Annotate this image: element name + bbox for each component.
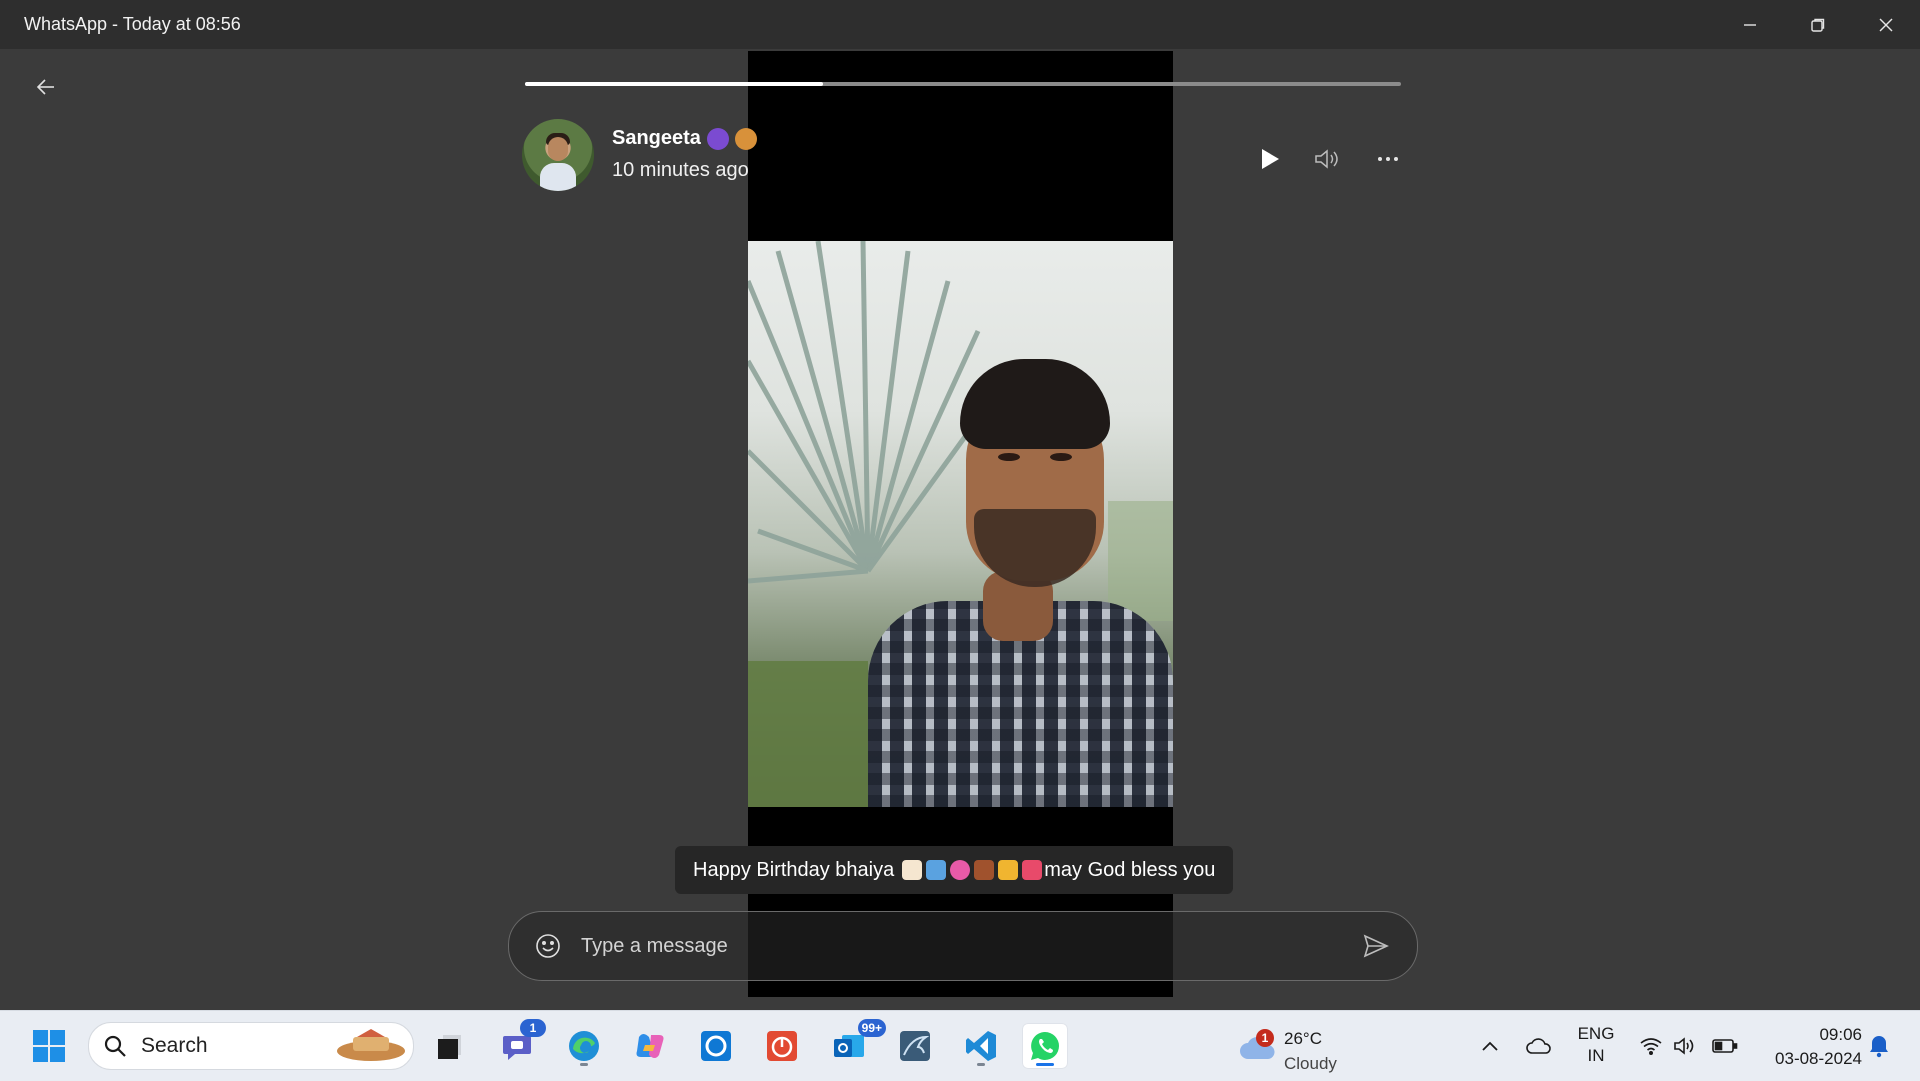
battery-icon <box>1712 1039 1738 1053</box>
status-viewer: Sangeeta 10 minutes ago Happy Birthday b… <box>0 49 1920 1010</box>
chocolate-emoji-icon <box>974 860 995 880</box>
status-time: 10 minutes ago <box>612 159 749 181</box>
edge-button[interactable] <box>561 1023 607 1069</box>
more-icon <box>1378 157 1398 161</box>
weather-condition: Cloudy <box>1284 1054 1337 1073</box>
avatar-head <box>548 137 568 161</box>
send-icon <box>1363 934 1389 958</box>
video-frame <box>748 241 1173 807</box>
task-view-icon <box>438 1035 461 1059</box>
input-language[interactable]: ENG IN <box>1570 1023 1622 1067</box>
clock-time: 09:06 <box>1819 1025 1862 1044</box>
office-app-button[interactable] <box>759 1023 805 1069</box>
clock-date: 03-08-2024 <box>1775 1049 1862 1068</box>
windows-logo-icon <box>33 1030 65 1062</box>
vscode-icon <box>966 1031 996 1061</box>
avatar-body <box>540 163 576 191</box>
speaker-icon <box>1674 1037 1694 1055</box>
more-options-button[interactable] <box>1370 141 1406 177</box>
whatsapp-active-indicator <box>1036 1063 1054 1066</box>
teams-badge: 1 <box>520 1019 546 1037</box>
status-progress-bar <box>525 82 1401 86</box>
search-icon <box>104 1035 126 1057</box>
edge-icon <box>569 1031 599 1061</box>
play-icon <box>1262 149 1279 169</box>
window-title: WhatsApp - Today at 08:56 <box>24 14 241 34</box>
arrow-left-icon <box>36 79 54 95</box>
edge-running-indicator <box>580 1063 588 1066</box>
weather-widget[interactable]: 1 26°C Cloudy <box>1234 1021 1374 1073</box>
status-caption: Happy Birthday bhaiya may God bless you <box>675 846 1234 894</box>
volume-button[interactable] <box>1310 141 1346 177</box>
onedrive-button[interactable] <box>1522 1011 1556 1081</box>
weather-temperature: 26°C <box>1284 1029 1322 1048</box>
gift-emoji-icon <box>926 860 947 880</box>
show-hidden-icons-button[interactable] <box>1478 1011 1502 1081</box>
contact-name: Sangeeta <box>612 127 701 149</box>
restore-icon <box>1811 18 1825 32</box>
title-bar: WhatsApp - Today at 08:56 <box>0 0 1920 49</box>
close-button[interactable] <box>1852 0 1920 49</box>
system-clock[interactable]: 09:06 03-08-2024 <box>1752 1023 1862 1071</box>
minimize-button[interactable] <box>1716 0 1784 49</box>
person-eye-right <box>1050 453 1072 461</box>
outlook-badge: 99+ <box>857 1019 886 1037</box>
task-view-button[interactable] <box>427 1023 473 1069</box>
copilot-icon <box>636 1034 664 1058</box>
taskbar-search[interactable]: Search <box>88 1022 414 1070</box>
start-button[interactable] <box>26 1023 72 1069</box>
weather-alert-badge: 1 <box>1256 1029 1274 1047</box>
devil-emoji-icon <box>706 127 729 150</box>
caption-text: Happy Birthday bhaiya <box>693 858 895 881</box>
vscode-running-indicator <box>977 1063 985 1066</box>
whatsapp-icon <box>1031 1032 1059 1060</box>
message-input[interactable]: Type a message <box>581 935 1361 958</box>
onedrive-icon <box>1526 1038 1551 1054</box>
emoji-button[interactable] <box>533 931 563 961</box>
mysql-workbench-icon <box>900 1031 930 1061</box>
search-highlight-icon <box>337 1029 405 1061</box>
window-controls <box>1716 0 1920 49</box>
contact-name-row: Sangeeta <box>612 127 757 150</box>
battery-button[interactable] <box>1708 1011 1742 1081</box>
bell-icon <box>1870 1036 1888 1058</box>
cortana-button[interactable] <box>693 1023 739 1069</box>
cortana-icon <box>701 1031 731 1061</box>
restore-button[interactable] <box>1784 0 1852 49</box>
wifi-button[interactable] <box>1636 1011 1666 1081</box>
balloon-emoji-icon <box>950 860 971 880</box>
avatar[interactable] <box>522 119 594 191</box>
status-progress-fill <box>525 82 823 86</box>
notifications-button[interactable] <box>1864 1011 1894 1081</box>
volume-tray-button[interactable] <box>1670 1011 1700 1081</box>
whatsapp-button[interactable] <box>1022 1023 1068 1069</box>
caption-text-tail: may God bless you <box>1044 858 1216 881</box>
send-button[interactable] <box>1361 931 1391 961</box>
mysql-workbench-button[interactable] <box>892 1023 938 1069</box>
wifi-icon <box>1640 1038 1662 1055</box>
vscode-button[interactable] <box>958 1023 1004 1069</box>
candy-emoji-icon <box>1022 860 1043 880</box>
power-icon <box>767 1031 797 1061</box>
person-eye-left <box>998 453 1020 461</box>
volume-icon <box>1315 149 1338 169</box>
search-label: Search <box>141 1034 208 1057</box>
region-code: IN <box>1587 1046 1605 1065</box>
play-button[interactable] <box>1251 141 1287 177</box>
teams-chat-button[interactable]: 1 <box>494 1019 546 1069</box>
copilot-button[interactable] <box>627 1023 673 1069</box>
smiley-icon <box>536 934 560 958</box>
party-popper-emoji-icon <box>998 860 1019 880</box>
close-icon <box>1879 18 1893 31</box>
back-button[interactable] <box>30 71 62 103</box>
cake-emoji-icon <box>902 860 923 880</box>
minimize-icon <box>1744 23 1756 26</box>
outlook-button[interactable]: 99+ <box>826 1019 886 1069</box>
chevron-up-icon <box>1482 1041 1498 1051</box>
message-composer[interactable]: Type a message <box>508 911 1418 981</box>
monkey-emoji-icon <box>734 127 757 150</box>
taskbar: Search 1 99+ 1 26°C Cloudy ENG IN 09:06 … <box>0 1010 1920 1081</box>
language-code: ENG <box>1577 1024 1615 1043</box>
